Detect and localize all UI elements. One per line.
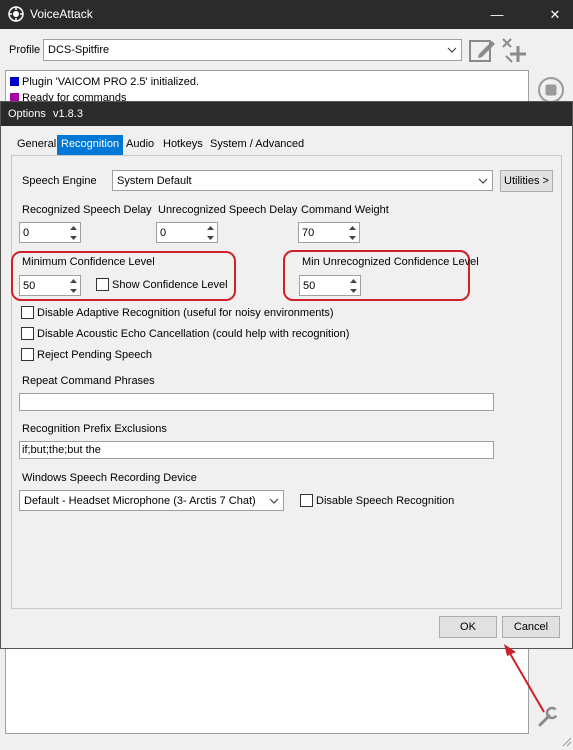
window-title: VoiceAttack	[30, 7, 93, 21]
repeat-phrases-input[interactable]	[19, 393, 494, 411]
speech-engine-label: Speech Engine	[22, 175, 97, 187]
options-dialog: Options v1.8.3 General Recognition Audio…	[0, 101, 573, 649]
close-button[interactable]: ✕	[540, 0, 570, 29]
edit-profile-icon[interactable]	[467, 36, 497, 66]
spin-down-icon[interactable]	[347, 286, 360, 296]
profile-actions-icon[interactable]	[500, 36, 530, 66]
minimize-button[interactable]: —	[482, 0, 512, 29]
spin-up-icon[interactable]	[347, 276, 360, 286]
spin-up-icon[interactable]	[67, 276, 80, 286]
spin-up-icon[interactable]	[346, 223, 359, 233]
recognition-log	[5, 648, 529, 734]
recording-device-select[interactable]: Default - Headset Microphone (3- Arctis …	[19, 490, 284, 511]
tab-system-advanced[interactable]: System / Advanced	[206, 135, 308, 155]
profile-value: DCS-Spitfire	[48, 44, 110, 56]
ok-button[interactable]: OK	[439, 616, 497, 638]
stop-listening-icon[interactable]	[537, 76, 565, 104]
dialog-title: Options	[8, 108, 46, 120]
reject-pending-label: Reject Pending Speech	[37, 349, 152, 361]
disable-adaptive-checkbox[interactable]	[21, 306, 34, 319]
min-confidence-stepper[interactable]: 50	[19, 275, 81, 296]
disable-speech-recognition-label: Disable Speech Recognition	[316, 495, 455, 507]
voiceattack-logo-icon	[8, 6, 24, 22]
log-entry: Plugin 'VAICOM PRO 2.5' initialized.	[10, 75, 199, 89]
tab-recognition[interactable]: Recognition	[57, 135, 124, 155]
reject-pending-checkbox[interactable]	[21, 348, 34, 361]
repeat-phrases-label: Repeat Command Phrases	[22, 375, 155, 387]
spin-down-icon[interactable]	[204, 233, 217, 243]
recognized-delay-stepper[interactable]: 0	[19, 222, 81, 243]
show-confidence-label: Show Confidence Level	[112, 279, 228, 291]
spin-down-icon[interactable]	[67, 286, 80, 296]
chevron-down-icon	[478, 178, 488, 184]
tab-hotkeys[interactable]: Hotkeys	[159, 135, 207, 155]
main-titlebar: VoiceAttack — ✕	[0, 0, 573, 29]
command-weight-label: Command Weight	[301, 204, 389, 216]
resize-grip-icon[interactable]	[560, 735, 572, 747]
utilities-button[interactable]: Utilities >	[500, 170, 553, 192]
dialog-version: v1.8.3	[53, 108, 83, 120]
spin-up-icon[interactable]	[204, 223, 217, 233]
show-confidence-checkbox[interactable]	[96, 278, 109, 291]
log-box: Plugin 'VAICOM PRO 2.5' initialized. Rea…	[5, 70, 529, 102]
command-weight-stepper[interactable]: 70	[298, 222, 360, 243]
min-confidence-label: Minimum Confidence Level	[22, 256, 155, 268]
spin-up-icon[interactable]	[67, 223, 80, 233]
spin-down-icon[interactable]	[67, 233, 80, 243]
min-unrecognized-confidence-stepper[interactable]: 50	[299, 275, 361, 296]
cancel-button[interactable]: Cancel	[502, 616, 560, 638]
chevron-down-icon	[447, 47, 457, 53]
disable-speech-recognition-checkbox[interactable]	[300, 494, 313, 507]
profile-select[interactable]: DCS-Spitfire	[43, 39, 462, 61]
tab-general[interactable]: General	[13, 135, 60, 155]
dialog-titlebar: Options v1.8.3	[1, 102, 572, 126]
recognized-delay-label: Recognized Speech Delay	[22, 204, 152, 216]
info-square-icon	[10, 77, 19, 86]
min-unrecognized-confidence-label: Min Unrecognized Confidence Level	[302, 256, 479, 268]
disable-echo-cancellation-checkbox[interactable]	[21, 327, 34, 340]
disable-adaptive-label: Disable Adaptive Recognition (useful for…	[37, 307, 334, 319]
annotation-arrow	[504, 644, 545, 713]
unrecognized-delay-label: Unrecognized Speech Delay	[158, 204, 298, 216]
recognition-panel: Speech Engine System Default Utilities >…	[11, 155, 562, 609]
speech-engine-select[interactable]: System Default	[112, 170, 493, 191]
chevron-down-icon	[269, 498, 279, 504]
unrecognized-delay-stepper[interactable]: 0	[156, 222, 218, 243]
disable-echo-cancellation-label: Disable Acoustic Echo Cancellation (coul…	[37, 328, 350, 340]
prefix-exclusions-label: Recognition Prefix Exclusions	[22, 423, 167, 435]
prefix-exclusions-input[interactable]: if;but;the;but the	[19, 441, 494, 459]
recording-device-label: Windows Speech Recording Device	[22, 472, 197, 484]
profile-label: Profile	[9, 44, 41, 56]
tab-audio[interactable]: Audio	[122, 135, 158, 155]
spin-down-icon[interactable]	[346, 233, 359, 243]
